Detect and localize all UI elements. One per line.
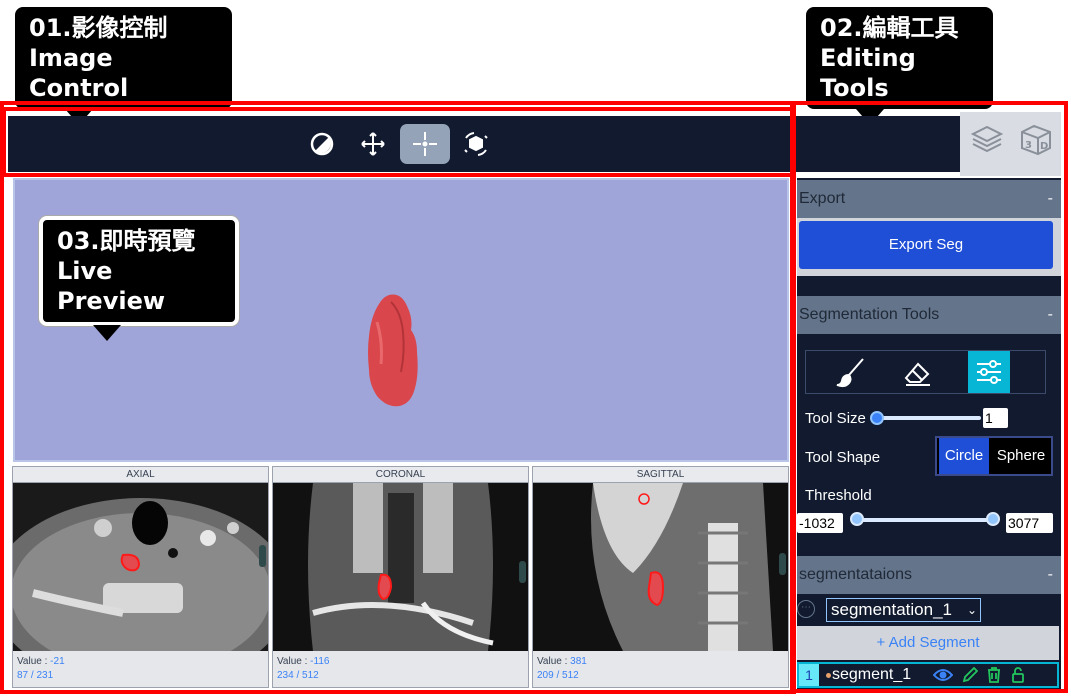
svg-text:D: D bbox=[1040, 141, 1048, 152]
callout-image-control: 01.影像控制 Image Control bbox=[15, 7, 232, 125]
threshold-min-knob[interactable] bbox=[850, 512, 864, 526]
segment-name: segment_1 bbox=[832, 666, 912, 683]
collapse-button[interactable]: - bbox=[1048, 296, 1053, 334]
seg-tools-section-header[interactable]: Segmentation Tools - bbox=[797, 296, 1061, 334]
trash-icon[interactable] bbox=[987, 667, 1001, 688]
viewport-label: AXIAL bbox=[13, 467, 268, 483]
ellipsis-icon[interactable]: ⋯ bbox=[797, 600, 815, 618]
value-readout: -116 bbox=[310, 656, 330, 667]
crosshair-icon[interactable] bbox=[400, 124, 450, 164]
tool-size-knob[interactable] bbox=[870, 411, 884, 425]
add-segment-label: + Add Segment bbox=[876, 634, 980, 651]
editing-panel: Export - Export Seg Segmentation Tools -… bbox=[797, 178, 1061, 690]
callout-live-preview: 03.即時預覽 Live Preview bbox=[39, 216, 239, 341]
threshold-slider[interactable] bbox=[857, 518, 993, 522]
segmentations-section-header[interactable]: segmentataions - bbox=[797, 556, 1061, 594]
export-section-header[interactable]: Export - bbox=[797, 180, 1061, 218]
value-label: Value : bbox=[17, 656, 48, 667]
chevron-down-icon: ⌄ bbox=[966, 603, 977, 617]
tool-shape-label: Tool Shape bbox=[805, 449, 881, 466]
slice-readout: 209 / 512 bbox=[537, 670, 579, 681]
callout-line2: Image Control bbox=[29, 44, 129, 102]
viewport-label: SAGITTAL bbox=[533, 467, 788, 483]
slice-readout: 87 / 231 bbox=[17, 670, 54, 681]
callout-line1: 01.影像控制 bbox=[29, 14, 168, 42]
toolbar-right-area bbox=[790, 116, 960, 172]
section-title: segmentataions bbox=[799, 566, 912, 583]
edit-icon[interactable] bbox=[962, 666, 979, 688]
value-readout: 381 bbox=[570, 656, 587, 667]
contrast-icon[interactable] bbox=[300, 124, 344, 164]
threshold-max-knob[interactable] bbox=[986, 512, 1000, 526]
threshold-max-input[interactable]: 3077 bbox=[1006, 513, 1053, 533]
shape-circle-button[interactable]: Circle bbox=[939, 438, 989, 474]
viewport-info: Value : -116 234 / 512 bbox=[277, 655, 329, 683]
3d-view-icon[interactable]: 3D bbox=[1018, 122, 1054, 163]
callout-line1: 02.編輯工具 bbox=[820, 14, 959, 42]
collapse-button[interactable]: - bbox=[1048, 180, 1053, 218]
viewport-info: Value : -21 87 / 231 bbox=[17, 655, 65, 683]
eraser-icon[interactable] bbox=[892, 351, 944, 393]
tool-size-slider[interactable] bbox=[875, 416, 981, 420]
segmentation-3d-model bbox=[368, 294, 418, 407]
callout-line2: Live Preview bbox=[57, 257, 166, 315]
add-segment-button[interactable]: + Add Segment bbox=[797, 626, 1059, 660]
brush-icon[interactable] bbox=[826, 351, 878, 393]
app-root: 01.影像控制 Image Control 02.編輯工具 Editing To… bbox=[0, 0, 1071, 697]
lock-icon[interactable] bbox=[1011, 667, 1025, 688]
collapse-button[interactable]: - bbox=[1048, 556, 1053, 594]
ct-image-sagittal[interactable] bbox=[533, 483, 788, 651]
svg-text:3: 3 bbox=[1025, 140, 1032, 151]
sliders-icon[interactable] bbox=[968, 351, 1010, 393]
section-title: Segmentation Tools bbox=[799, 306, 940, 323]
seg-tool-group bbox=[805, 350, 1046, 394]
layers-icon[interactable] bbox=[970, 122, 1004, 161]
viewport-axial[interactable]: AXIAL Value : -21 87 / 231 bbox=[12, 466, 269, 688]
viewport-coronal[interactable]: CORONAL Value : -116 234 / 512 bbox=[272, 466, 529, 688]
segment-row[interactable]: 1 segment_1 bbox=[797, 662, 1059, 688]
image-control-toolbar bbox=[8, 116, 790, 172]
shape-sphere-button[interactable]: Sphere bbox=[991, 438, 1051, 474]
threshold-min-input[interactable]: -1032 bbox=[797, 513, 843, 533]
segment-color-dot bbox=[826, 673, 831, 678]
segmentation-select[interactable]: segmentation_1 ⌄ bbox=[826, 598, 981, 622]
segment-index: 1 bbox=[799, 664, 819, 686]
view-tabs: 3D bbox=[960, 112, 1061, 176]
ct-image-coronal[interactable] bbox=[273, 483, 528, 651]
export-section-body: Export Seg bbox=[797, 218, 1061, 276]
value-readout: -21 bbox=[50, 656, 65, 667]
threshold-label: Threshold bbox=[805, 487, 872, 504]
value-label: Value : bbox=[537, 656, 568, 667]
pan-icon[interactable] bbox=[351, 124, 395, 164]
callout-line1: 03.即時預覽 bbox=[57, 227, 196, 255]
rotate-3d-icon[interactable] bbox=[454, 124, 498, 164]
segmentation-select-value: segmentation_1 bbox=[831, 600, 952, 619]
slice-readout: 234 / 512 bbox=[277, 670, 319, 681]
callout-line2: Editing Tools bbox=[820, 44, 916, 102]
callout-editing-tools: 02.編輯工具 Editing Tools bbox=[806, 7, 993, 125]
viewport-label: CORONAL bbox=[273, 467, 528, 483]
section-title: Export bbox=[799, 190, 846, 207]
tool-size-label: Tool Size bbox=[805, 410, 866, 427]
ct-image-axial[interactable] bbox=[13, 483, 268, 651]
export-seg-button[interactable]: Export Seg bbox=[799, 221, 1053, 269]
eye-icon[interactable] bbox=[932, 667, 954, 688]
value-label: Value : bbox=[277, 656, 308, 667]
viewport-sagittal[interactable]: SAGITTAL Value : 381 209 / 512 bbox=[532, 466, 789, 688]
tool-shape-toggle: Circle Sphere bbox=[935, 436, 1053, 476]
viewport-info: Value : 381 209 / 512 bbox=[537, 655, 587, 683]
tool-size-input[interactable]: 1 bbox=[983, 408, 1008, 428]
